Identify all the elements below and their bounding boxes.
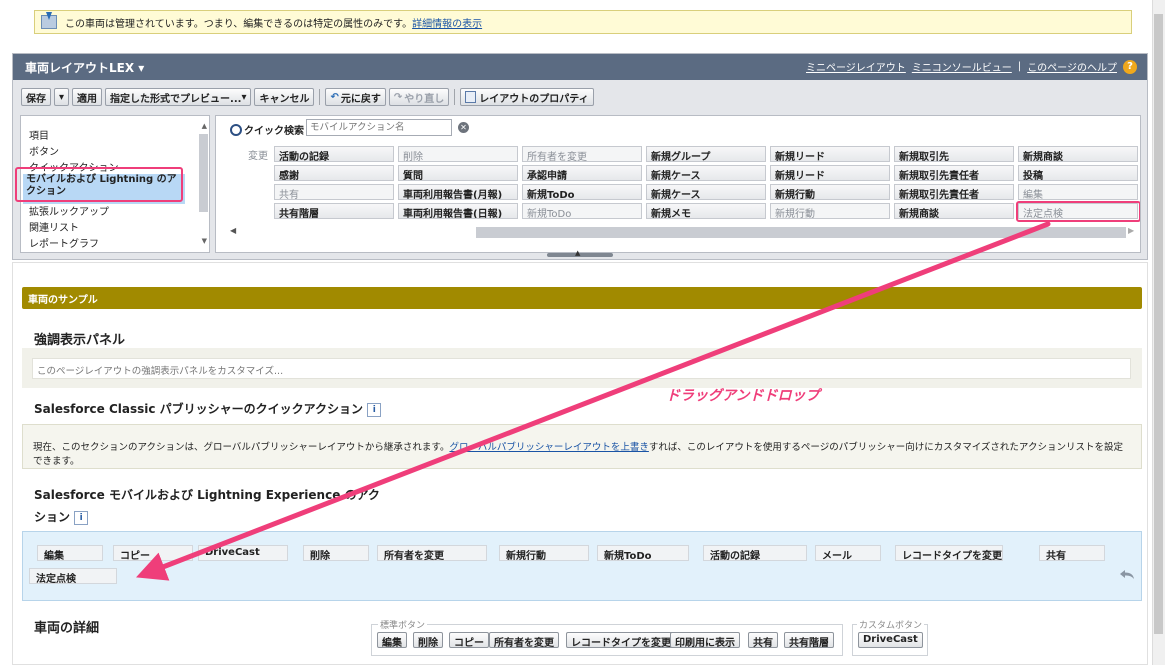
drag-and-drop-arrow [136, 221, 1051, 581]
